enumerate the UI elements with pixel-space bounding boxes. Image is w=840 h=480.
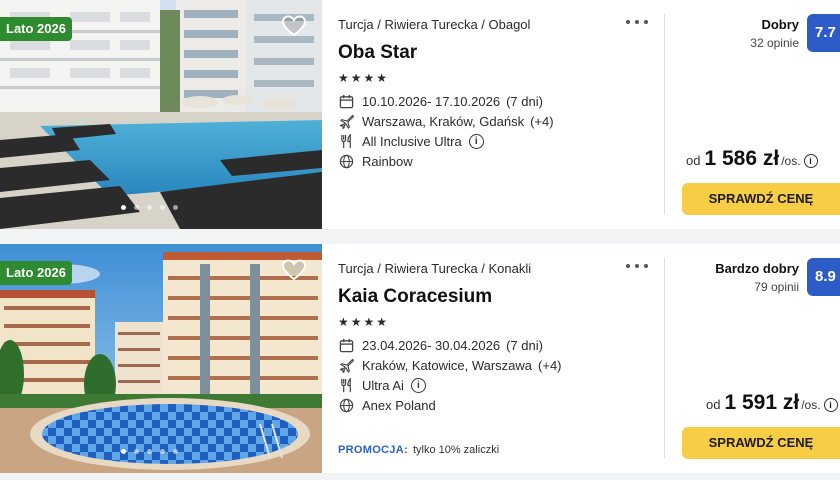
hotel-info: Turcja / Riwiera Turecka / Konakli Kaia …	[338, 244, 658, 473]
photo-pagination[interactable]	[121, 205, 178, 210]
promo-label: PROMOCJA:	[338, 444, 408, 456]
result-card[interactable]: Lato 2026 Turcja / Riwiera Turecka / Oba…	[0, 0, 840, 229]
photo-dot[interactable]	[147, 205, 152, 210]
price-amount: 1 586 zł	[704, 147, 780, 170]
tour-operator: Rainbow	[362, 153, 413, 169]
tour-operator: Anex Poland	[362, 397, 436, 413]
board-type: All Inclusive Ultra	[362, 133, 462, 149]
hotel-name[interactable]: Kaia Coracesium	[338, 286, 492, 308]
trip-dates: 10.10.2026- 17.10.2026	[362, 93, 501, 109]
price: od 1 586 zł/os. i	[686, 147, 840, 171]
price-prefix: od	[706, 397, 721, 412]
board-row: Ultra Ai i	[338, 376, 426, 394]
cutlery-icon	[338, 377, 354, 393]
info-icon[interactable]: i	[468, 133, 484, 149]
photo-pagination[interactable]	[121, 449, 178, 454]
rating-label: Bardzo dobry	[715, 261, 799, 276]
heart-icon[interactable]	[282, 259, 306, 281]
operator-row: Rainbow	[338, 152, 413, 170]
price: od 1 591 zł/os. i	[706, 391, 840, 415]
check-price-button[interactable]: SPRAWDŹ CENĘ	[682, 183, 840, 215]
promo-text: tylko 10% zaliczki	[412, 444, 500, 456]
heart-icon-graphic	[282, 15, 306, 37]
price-amount: 1 591 zł	[724, 391, 800, 414]
score-badge: 7.7	[807, 14, 840, 52]
photo-dot[interactable]	[134, 449, 139, 454]
rating-label: Dobry	[761, 17, 799, 32]
plane-icon	[338, 357, 354, 373]
location-breadcrumb[interactable]: Turcja / Riwiera Turecka / Konakli	[338, 261, 531, 276]
photo-dot[interactable]	[160, 205, 165, 210]
price-prefix: od	[686, 153, 701, 168]
info-icon[interactable]: i	[823, 397, 838, 412]
calendar-icon	[338, 93, 354, 109]
check-price-button[interactable]: SPRAWDŹ CENĘ	[682, 427, 840, 459]
photo-dot[interactable]	[173, 205, 178, 210]
dates-row: 23.04.2026- 30.04.2026 (7 dni)	[338, 336, 543, 354]
departures-more[interactable]: (+4)	[538, 358, 561, 373]
plane-icon	[338, 113, 354, 129]
hotel-photo[interactable]: Lato 2026	[0, 0, 322, 229]
more-dots-icon[interactable]	[626, 258, 648, 274]
hotel-name[interactable]: Oba Star	[338, 42, 417, 64]
globe-icon	[338, 397, 354, 413]
hotel-info: Turcja / Riwiera Turecka / Obagol Oba St…	[338, 0, 658, 229]
location-breadcrumb[interactable]: Turcja / Riwiera Turecka / Obagol	[338, 17, 530, 32]
calendar-icon	[338, 337, 354, 353]
price-suffix: /os.	[781, 154, 801, 168]
photo-dot[interactable]	[160, 449, 165, 454]
photo-dot[interactable]	[147, 449, 152, 454]
hotel-photo[interactable]: Lato 2026	[0, 244, 322, 473]
promo-note: PROMOCJA: tylko 10% zaliczki	[338, 444, 499, 456]
price-suffix: /os.	[801, 398, 821, 412]
divider	[664, 258, 665, 458]
trip-duration: (7 dni)	[506, 93, 543, 109]
info-icon[interactable]: i	[410, 377, 426, 393]
trip-dates: 23.04.2026- 30.04.2026	[362, 337, 501, 353]
info-icon[interactable]: i	[803, 153, 818, 168]
result-card[interactable]: Lato 2026 Turcja / Riwiera Turecka / Kon…	[0, 244, 840, 473]
cutlery-icon	[338, 133, 354, 149]
board-type: Ultra Ai	[362, 377, 404, 393]
departure-cities: Warszawa, Kraków, Gdańsk	[362, 113, 525, 129]
star-rating: ★★★★	[338, 71, 390, 85]
departures-row: Warszawa, Kraków, Gdańsk (+4)	[338, 112, 554, 130]
photo-dot[interactable]	[121, 205, 126, 210]
departure-cities: Kraków, Katowice, Warszawa	[362, 357, 533, 373]
score-badge: 8.9	[807, 258, 840, 296]
photo-dot[interactable]	[134, 205, 139, 210]
reviews-count[interactable]: 32 opinie	[750, 36, 799, 50]
season-badge: Lato 2026	[0, 17, 72, 41]
more-dots-icon[interactable]	[626, 14, 648, 30]
trip-duration: (7 dni)	[506, 337, 543, 353]
dates-row: 10.10.2026- 17.10.2026 (7 dni)	[338, 92, 543, 110]
divider	[664, 14, 665, 214]
season-badge: Lato 2026	[0, 261, 72, 285]
photo-dot[interactable]	[173, 449, 178, 454]
star-rating: ★★★★	[338, 315, 390, 329]
heart-icon-graphic	[282, 259, 306, 281]
departures-row: Kraków, Katowice, Warszawa (+4)	[338, 356, 562, 374]
operator-row: Anex Poland	[338, 396, 436, 414]
photo-dot[interactable]	[121, 449, 126, 454]
heart-icon[interactable]	[282, 15, 306, 37]
globe-icon	[338, 153, 354, 169]
departures-more[interactable]: (+4)	[530, 114, 553, 129]
board-row: All Inclusive Ultra i	[338, 132, 484, 150]
reviews-count[interactable]: 79 opinii	[754, 280, 799, 294]
